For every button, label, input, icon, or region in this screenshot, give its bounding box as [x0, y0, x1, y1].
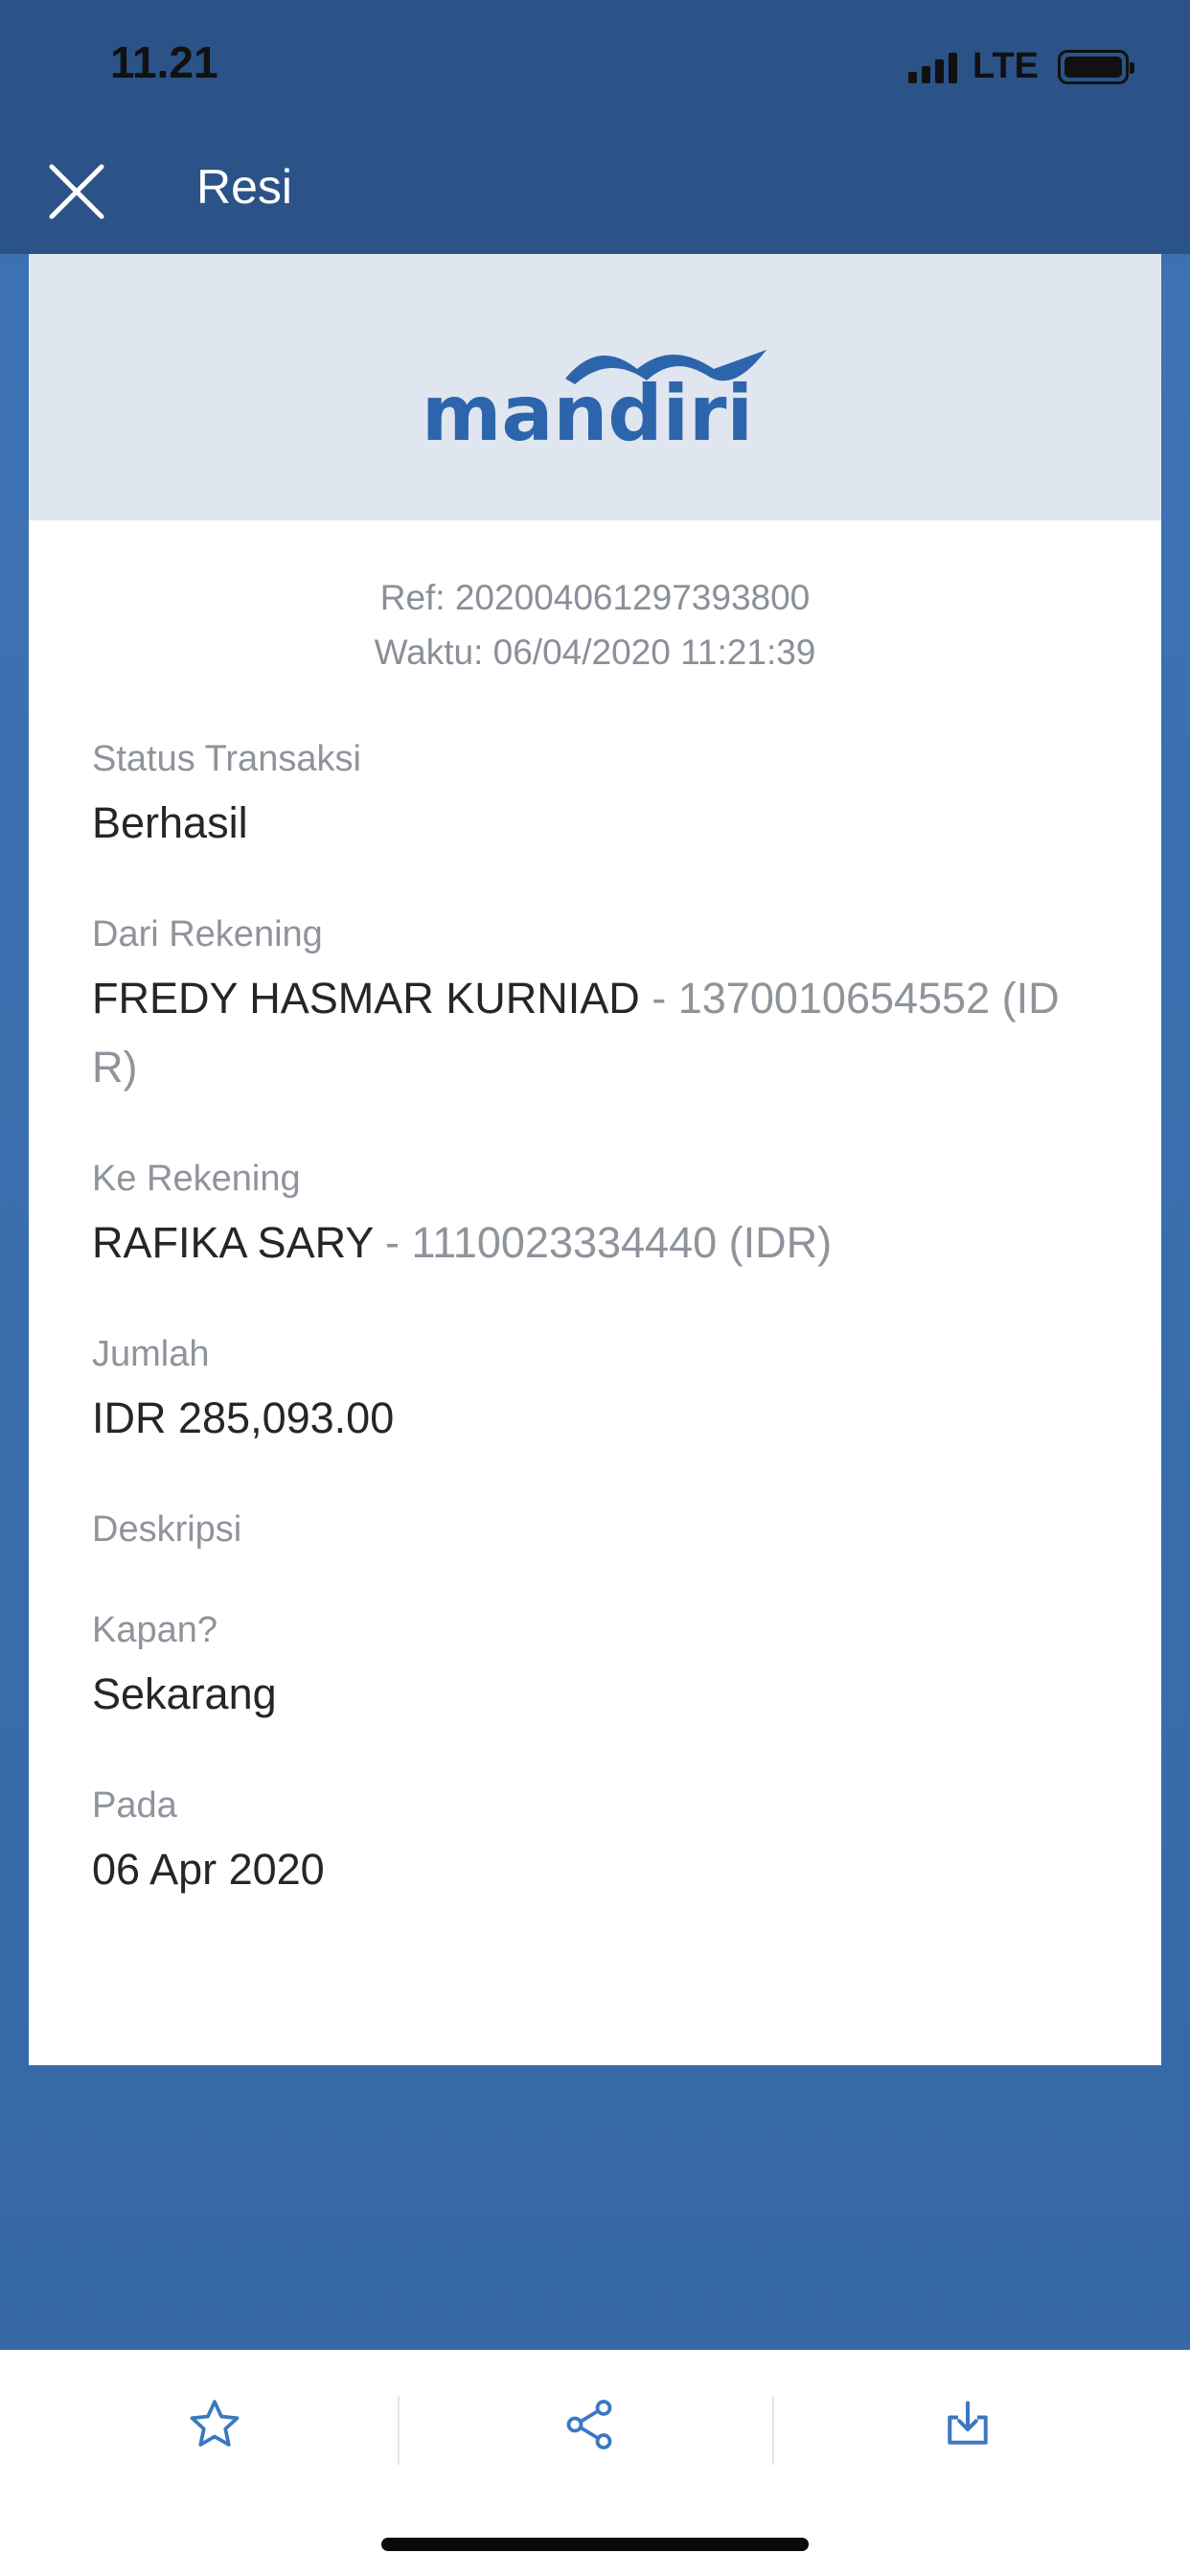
- field-label: Dari Rekening: [92, 914, 323, 954]
- when-field: Kapan? Sekarang: [92, 1606, 1161, 1729]
- to-name: RAFIKA SARY: [92, 1218, 374, 1267]
- close-icon: [49, 164, 104, 219]
- description-field: Deskripsi: [92, 1506, 1161, 1553]
- field-label: Ke Rekening: [92, 1159, 301, 1199]
- field-label: Status Transaksi: [92, 739, 361, 779]
- date-value: 06 Apr 2020: [92, 1845, 325, 1894]
- when-value: Sekarang: [92, 1669, 277, 1718]
- from-account-field: Dari Rekening FREDY HASMAR KURNIAD - 137…: [92, 910, 1161, 1102]
- nav-bar: Resi: [0, 134, 1190, 254]
- to-account-field: Ke Rekening RAFIKA SARY - 1110023334440 …: [92, 1155, 1161, 1277]
- from-account-value: FREDY HASMAR KURNIAD - 1370010654552 (ID…: [92, 964, 1079, 1102]
- receipt-card: mandiri Ref: 202004061297393800 Waktu: 0…: [29, 254, 1161, 2065]
- divider: [772, 2396, 774, 2465]
- status-indicators: LTE: [908, 46, 1134, 87]
- network-type: LTE: [973, 46, 1039, 86]
- field-label: Kapan?: [92, 1610, 218, 1650]
- favorite-button[interactable]: [186, 2396, 243, 2453]
- signal-icon: [908, 51, 958, 83]
- status-value: Berhasil: [92, 798, 248, 847]
- to-account-value: RAFIKA SARY - 1110023334440 (IDR): [92, 1208, 1079, 1277]
- field-label: Jumlah: [92, 1334, 210, 1374]
- status-field: Status Transaksi Berhasil: [92, 735, 1161, 858]
- svg-text:mandiri: mandiri: [422, 369, 753, 448]
- home-indicator: [381, 2538, 809, 2551]
- reference-info: Ref: 202004061297393800 Waktu: 06/04/202…: [29, 570, 1161, 679]
- date-field: Pada 06 Apr 2020: [92, 1782, 1161, 1904]
- field-label: Pada: [92, 1785, 177, 1826]
- receipt-fields: Status Transaksi Berhasil Dari Rekening …: [29, 735, 1161, 1904]
- amount-field: Jumlah IDR 285,093.00: [92, 1330, 1161, 1453]
- status-bar: 11.21 LTE: [0, 0, 1190, 134]
- field-label: Deskripsi: [92, 1509, 242, 1550]
- download-icon: [948, 2401, 988, 2445]
- share-icon: [566, 2400, 612, 2450]
- action-bar: [0, 2350, 1190, 2576]
- to-account-number: - 1110023334440 (IDR): [373, 1218, 833, 1267]
- page-title: Resi: [196, 160, 293, 214]
- receipt-header: mandiri: [29, 254, 1161, 520]
- transaction-time: Waktu: 06/04/2020 11:21:39: [374, 632, 816, 672]
- status-time: 11.21: [110, 37, 218, 87]
- close-button[interactable]: [46, 161, 107, 222]
- reference-number: Ref: 202004061297393800: [379, 578, 811, 617]
- bank-logo: mandiri: [422, 350, 767, 448]
- star-icon: [190, 2400, 240, 2447]
- amount-value: IDR 285,093.00: [92, 1393, 395, 1442]
- battery-icon: [1058, 49, 1134, 84]
- share-button[interactable]: [561, 2396, 618, 2453]
- from-name: FREDY HASMAR KURNIAD: [92, 974, 640, 1023]
- download-button[interactable]: [939, 2396, 996, 2453]
- divider: [398, 2396, 400, 2465]
